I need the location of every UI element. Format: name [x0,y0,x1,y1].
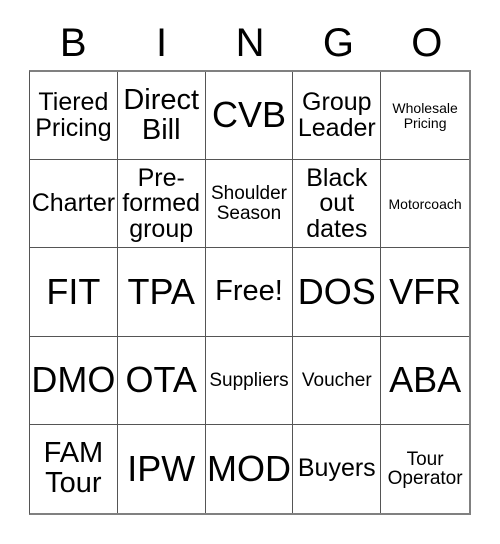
bingo-cell-label: TPA [127,270,195,312]
bingo-cell-g4[interactable]: Voucher [293,336,382,425]
bingo-cell-label: Tiered Pricing [35,88,112,142]
bingo-cell-label: IPW [127,447,196,489]
bingo-cell-label: Wholesale Pricing [392,100,458,131]
bingo-cell-o2[interactable]: Motorcoach [381,160,469,249]
bingo-cell-g5[interactable]: Buyers [293,424,382,513]
bingo-cell-label: Shoulder Season [210,183,288,224]
bingo-cell-b5[interactable]: FAM Tour [30,424,118,513]
bingo-cell-label: DMO [31,358,116,400]
bingo-header-letter-n: N [235,21,265,65]
bingo-cell-g3[interactable]: DOS [293,248,382,337]
bingo-cell-label: Pre- formed group [122,163,201,243]
bingo-cell-label: Suppliers [209,369,289,391]
bingo-cell-label: DOS [297,270,376,312]
bingo-header-letter-o: O [411,21,443,65]
bingo-cell-label: Black out dates [306,163,368,243]
bingo-header-letter-b: B [59,21,87,65]
bingo-cell-i1[interactable]: Direct Bill [117,72,206,161]
bingo-cell-o5[interactable]: Tour Operator [381,425,469,513]
bingo-grid: Tiered Pricing Direct Bill CVB Group Lea… [29,70,471,515]
bingo-free-space-label: Free! [215,275,283,308]
bingo-header-row: B I N G O [29,18,471,68]
bingo-cell-n4[interactable]: Suppliers [205,336,294,425]
bingo-cell-i2[interactable]: Pre- formed group [117,160,206,249]
bingo-cell-n1[interactable]: CVB [205,72,294,161]
bingo-cell-label: CVB [211,94,286,136]
bingo-cell-label: Motorcoach [388,195,462,212]
bingo-cell-label: Group Leader [297,88,376,142]
bingo-cell-label: OTA [125,358,197,400]
bingo-cell-o4[interactable]: ABA [381,337,469,425]
bingo-cell-label: FIT [46,270,101,312]
bingo-cell-o1[interactable]: Wholesale Pricing [381,72,469,161]
bingo-cell-label: Charter [31,189,116,218]
bingo-cell-label: VFR [389,270,462,312]
bingo-cell-g2[interactable]: Black out dates [293,160,382,249]
bingo-cell-label: FAM Tour [43,437,104,499]
bingo-header-letter-g: G [322,21,354,65]
bingo-cell-b3[interactable]: FIT [30,248,118,337]
bingo-cell-b1[interactable]: Tiered Pricing [30,72,118,161]
bingo-cell-label: ABA [389,358,462,400]
bingo-header-letter-i: I [156,21,168,65]
bingo-cell-i4[interactable]: OTA [117,336,206,425]
bingo-cell-g1[interactable]: Group Leader [293,72,382,161]
bingo-cell-label: Direct Bill [123,84,200,146]
bingo-cell-n5[interactable]: MOD [206,424,294,513]
bingo-cell-o3[interactable]: VFR [381,248,469,337]
bingo-cell-n2[interactable]: Shoulder Season [205,160,294,249]
bingo-cell-label: Buyers [297,454,376,483]
bingo-card: B I N G O Tiered Pricing Direct Bill CVB… [0,0,500,544]
bingo-cell-b2[interactable]: Charter [30,160,118,249]
bingo-cell-b4[interactable]: DMO [30,336,118,425]
bingo-cell-i5[interactable]: IPW [118,424,206,513]
bingo-cell-label: Tour Operator [387,448,463,489]
bingo-cell-i3[interactable]: TPA [117,248,206,337]
bingo-cell-label: Voucher [301,369,372,391]
bingo-cell-label: MOD [207,447,291,489]
bingo-cell-n3-free-space[interactable]: Free! [205,248,294,337]
